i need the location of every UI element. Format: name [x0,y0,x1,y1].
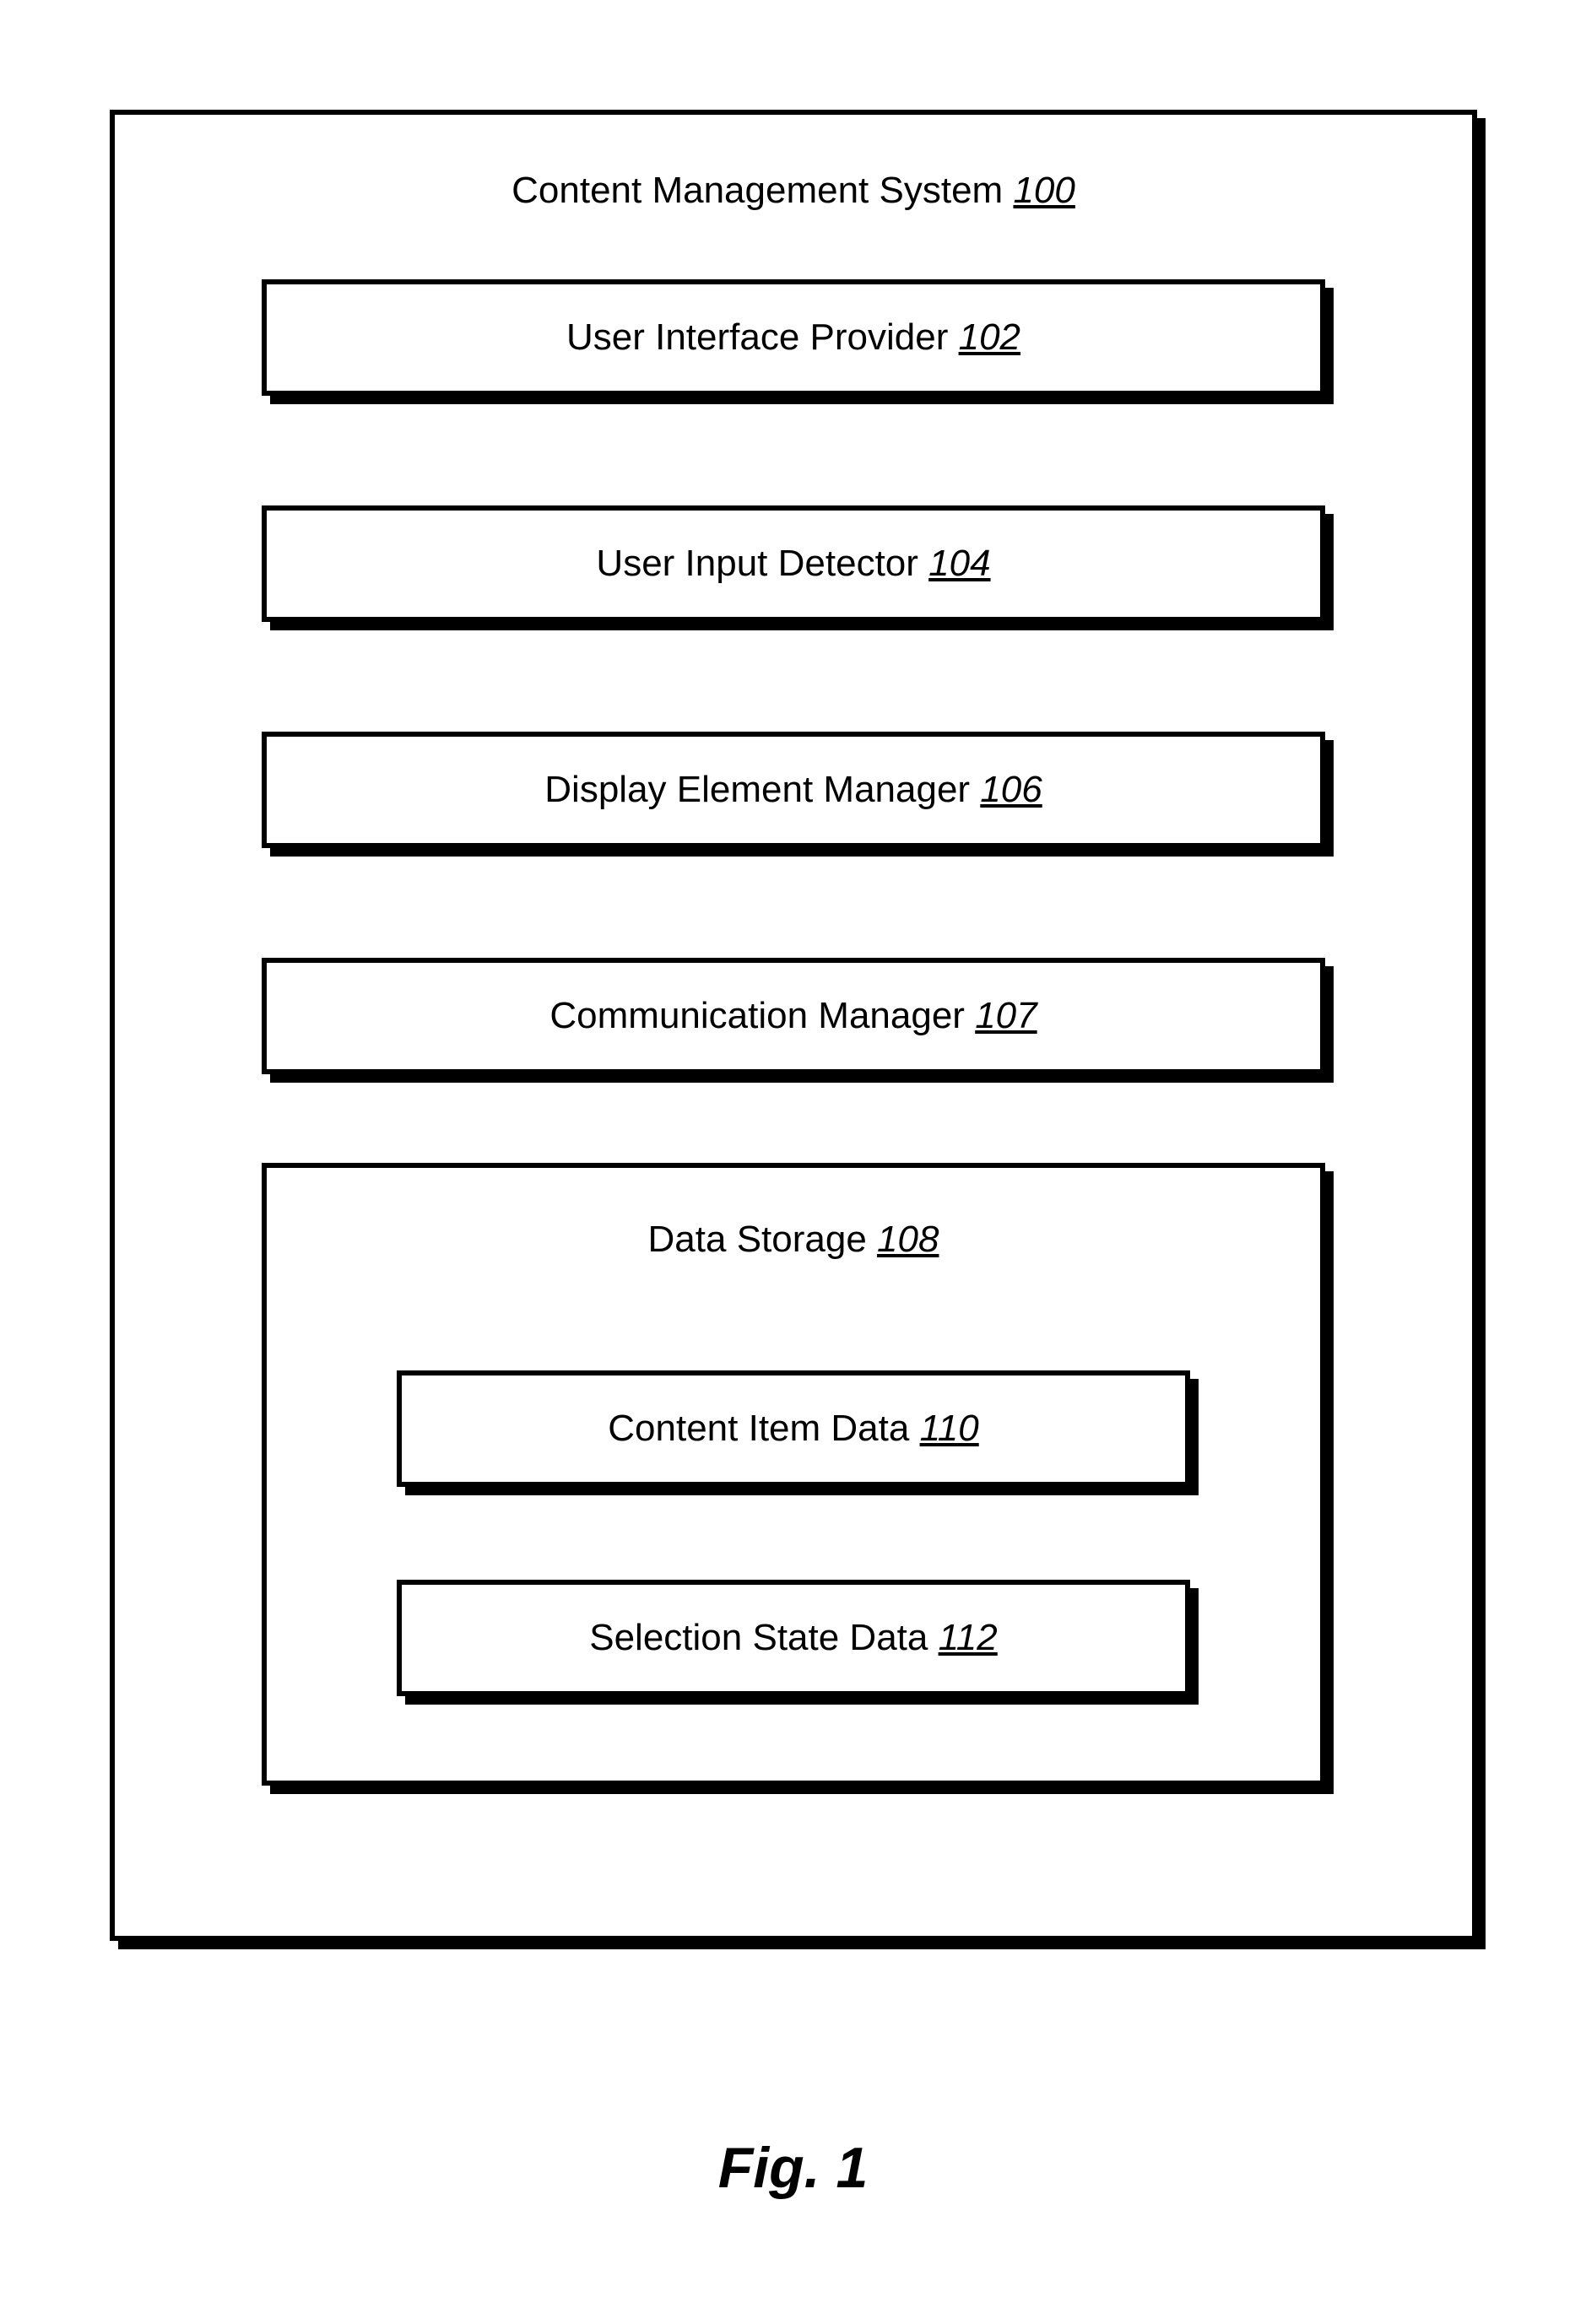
nested-label: Selection State Data 112 [589,1617,998,1658]
component-label: User Input Detector 104 [596,543,990,584]
nested-ref: 112 [939,1617,998,1658]
component-box-user-input-detector: User Input Detector 104 [262,505,1325,622]
nested-label: Content Item Data 110 [608,1408,978,1449]
component-box-communication-manager: Communication Manager 107 [262,958,1325,1074]
figure-label: Fig. 1 [0,2135,1586,2201]
component-box-user-interface-provider: User Interface Provider 102 [262,279,1325,396]
data-storage-title-ref: 108 [877,1219,939,1260]
component-ref: 104 [928,543,990,584]
component-ref: 102 [959,316,1020,358]
nested-box-selection-state-data: Selection State Data 112 [397,1580,1190,1696]
component-label: User Interface Provider 102 [566,316,1020,358]
system-container: Content Management System 100 User Inter… [110,110,1477,1941]
component-ref: 107 [975,995,1037,1036]
nested-box-content-item-data: Content Item Data 110 [397,1370,1190,1487]
component-label: Communication Manager 107 [549,995,1037,1036]
component-label: Display Element Manager 106 [544,769,1042,810]
system-title-text: Content Management System [512,170,1013,211]
system-title: Content Management System 100 [115,170,1472,212]
data-storage-title-text: Data Storage [648,1219,878,1260]
nested-ref: 110 [920,1408,979,1449]
data-storage-container: Data Storage 108 Content Item Data 110 S… [262,1163,1325,1786]
data-storage-title: Data Storage 108 [267,1219,1320,1261]
component-box-display-element-manager: Display Element Manager 106 [262,732,1325,848]
component-ref: 106 [980,769,1042,810]
system-title-ref: 100 [1013,170,1074,211]
